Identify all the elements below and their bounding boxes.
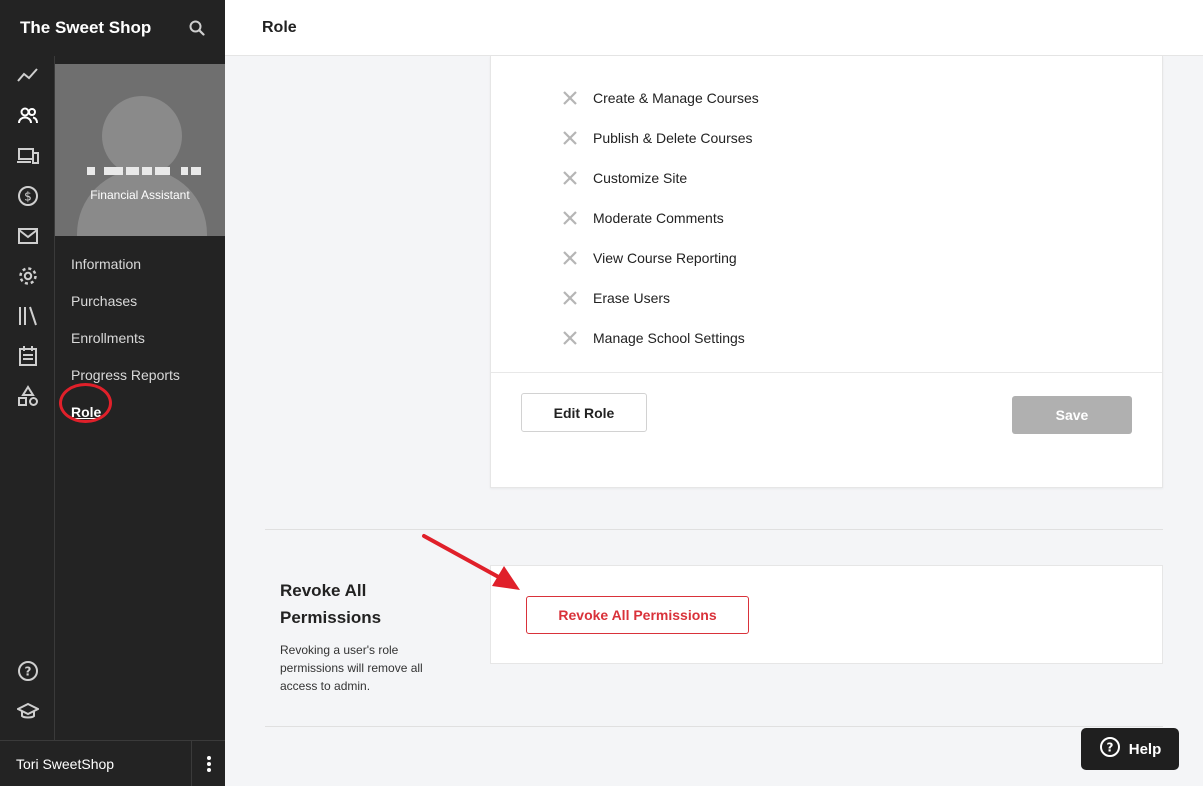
shapes-icon[interactable] (16, 384, 40, 408)
x-icon (561, 129, 579, 147)
user-bar: Tori SweetShop (0, 740, 225, 786)
library-icon[interactable] (16, 304, 40, 328)
permissions-card: Create & Manage Courses Publish & Delete … (490, 56, 1163, 488)
question-icon[interactable]: ? (16, 659, 40, 683)
permission-list: Create & Manage Courses Publish & Delete … (561, 78, 759, 358)
devices-icon[interactable] (16, 144, 40, 168)
edit-role-button[interactable]: Edit Role (521, 393, 647, 432)
permission-item: Manage School Settings (561, 318, 759, 358)
annotation-arrow (422, 534, 520, 590)
permission-label: Create & Manage Courses (593, 90, 759, 106)
permission-label: Publish & Delete Courses (593, 130, 753, 146)
permission-item: Publish & Delete Courses (561, 118, 759, 158)
highlight-circle (59, 383, 112, 423)
x-icon (561, 329, 579, 347)
svg-text:?: ? (25, 665, 32, 679)
analytics-icon[interactable] (16, 64, 40, 88)
permission-item: Create & Manage Courses (561, 78, 759, 118)
x-icon (561, 249, 579, 267)
brand-bar: The Sweet Shop (0, 0, 225, 56)
permission-label: Erase Users (593, 290, 671, 306)
calendar-icon[interactable] (16, 344, 40, 368)
page-header: Role (225, 0, 1203, 56)
permission-item: Moderate Comments (561, 198, 759, 238)
sidenav-item-enrollments[interactable]: Enrollments (71, 320, 180, 357)
brand-name: The Sweet Shop (20, 18, 152, 37)
svg-text:?: ? (1106, 741, 1113, 755)
help-label: Help (1128, 740, 1162, 758)
svg-text:$: $ (24, 190, 32, 204)
x-icon (561, 169, 579, 187)
profile-role: Financial Assistant (90, 188, 190, 202)
save-button[interactable]: Save (1012, 396, 1132, 434)
help-button[interactable]: ? Help (1081, 728, 1179, 770)
users-icon[interactable] (16, 104, 40, 128)
current-user-name[interactable]: Tori SweetShop (0, 756, 191, 772)
revoke-section-title: Revoke All Permissions (280, 581, 382, 627)
graduation-cap-icon[interactable] (16, 699, 40, 723)
permission-item: Customize Site (561, 158, 759, 198)
section-divider (265, 529, 1163, 530)
permission-label: Moderate Comments (593, 210, 724, 226)
x-icon (561, 89, 579, 107)
permission-item: Erase Users (561, 278, 759, 318)
search-icon[interactable] (187, 18, 207, 38)
mail-icon[interactable] (16, 224, 40, 248)
redacted-user-name (87, 167, 201, 175)
x-icon (561, 289, 579, 307)
gear-icon[interactable] (16, 264, 40, 288)
kebab-icon[interactable] (191, 740, 225, 786)
permission-label: Customize Site (593, 170, 688, 186)
card-divider (491, 372, 1162, 373)
permission-label: View Course Reporting (593, 250, 737, 266)
sidenav-item-information[interactable]: Information (71, 246, 180, 283)
permission-label: Manage School Settings (593, 330, 745, 346)
icon-rail: $ ? (0, 56, 55, 740)
permission-item: View Course Reporting (561, 238, 759, 278)
help-icon: ? (1099, 736, 1121, 762)
profile-card: Financial Assistant (55, 64, 225, 236)
page-title: Role (262, 18, 297, 36)
revoke-section-description: Revoking a user's role permissions will … (280, 643, 423, 693)
dollar-icon[interactable]: $ (16, 184, 40, 208)
sidenav-item-purchases[interactable]: Purchases (71, 283, 180, 320)
revoke-all-permissions-button[interactable]: Revoke All Permissions (526, 596, 749, 634)
section-divider-bottom (265, 726, 1163, 727)
avatar (102, 96, 182, 176)
x-icon (561, 209, 579, 227)
